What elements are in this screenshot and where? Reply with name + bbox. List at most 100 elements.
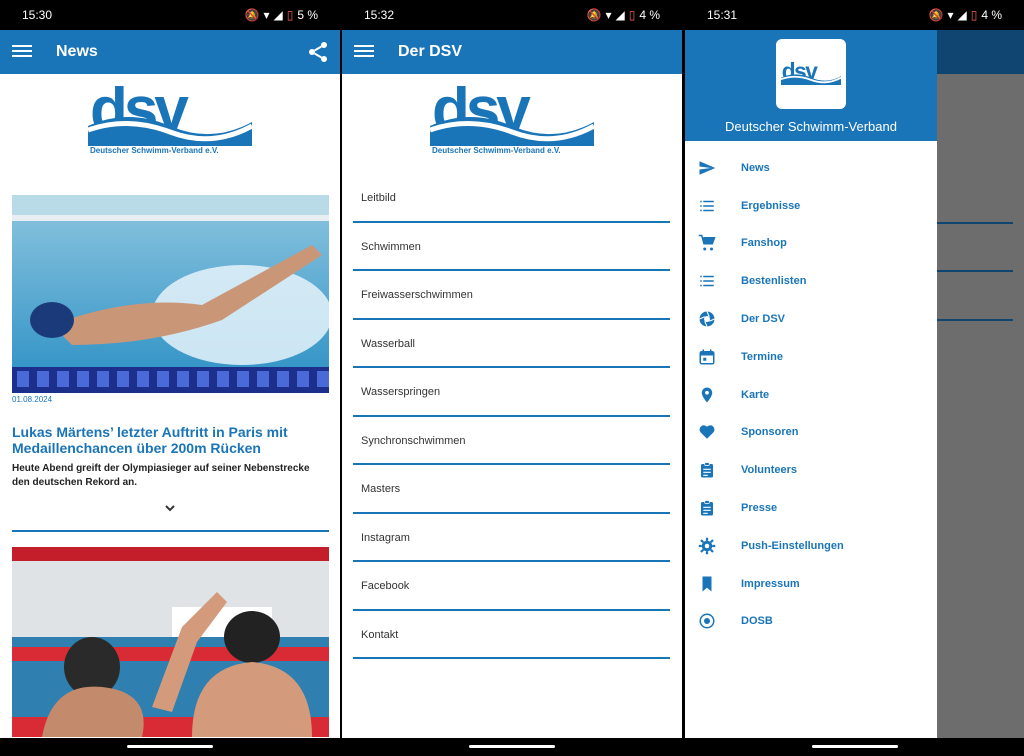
share-icon[interactable] — [306, 40, 330, 64]
chevron-down-icon[interactable] — [163, 500, 177, 512]
drawer-screen: 15:31 🔕 ▾ ◢ ▯ 4 % dsv Deutscher Schwimm-… — [685, 0, 1024, 756]
shutter-icon — [697, 309, 717, 329]
gear-icon — [697, 536, 717, 556]
drawer-item-label: Der DSV — [741, 313, 786, 326]
drawer-header: dsv Deutscher Schwimm-Verband — [685, 30, 937, 141]
navigation-bar — [685, 738, 1024, 756]
list-item-leitbild[interactable]: Leitbild — [353, 174, 670, 223]
mute-icon: 🔕 — [244, 8, 260, 22]
drawer-item-sponsoren[interactable]: Sponsoren — [685, 414, 937, 452]
battery-icon: ▯ — [286, 8, 294, 22]
section-list: Leitbild Schwimmen Freiwasserschwimmen W… — [353, 174, 670, 659]
heart-icon — [697, 422, 717, 442]
drawer-item-der-dsv[interactable]: Der DSV — [685, 300, 937, 338]
drawer-item-label: Sponsoren — [741, 426, 799, 439]
drawer-item-label: Fanshop — [741, 237, 787, 250]
mute-icon: 🔕 — [928, 8, 944, 22]
drawer-item-volunteers[interactable]: Volunteers — [685, 451, 937, 489]
list-item-wasserspringen[interactable]: Wasserspringen — [353, 368, 670, 417]
list-icon — [697, 271, 717, 291]
hamburger-menu-icon[interactable] — [12, 42, 32, 62]
drawer-item-push-einstellungen[interactable]: Push-Einstellungen — [685, 527, 937, 565]
signal-icon: ◢ — [273, 8, 283, 22]
list-item-kontakt[interactable]: Kontakt — [353, 611, 670, 659]
list-item-masters[interactable]: Masters — [353, 465, 670, 514]
list-item-schwimmen[interactable]: Schwimmen — [353, 223, 670, 271]
scrim-divider — [937, 270, 1013, 272]
mute-icon: 🔕 — [586, 8, 602, 22]
about-screen: 15:32 🔕 ▾ ◢ ▯ 4 % Der DSV dsv Deutscher … — [342, 0, 682, 756]
drawer-item-news[interactable]: News — [685, 149, 937, 187]
list-item-instagram[interactable]: Instagram — [353, 514, 670, 562]
wifi-icon: ▾ — [947, 8, 954, 22]
scrim-divider — [937, 319, 1013, 321]
map-pin-icon — [697, 385, 717, 405]
page-title: Der DSV — [398, 43, 463, 60]
drawer-item-label: Bestenlisten — [741, 275, 807, 288]
list-item-synchronschwimmen[interactable]: Synchronschwimmen — [353, 417, 670, 465]
drawer-item-termine[interactable]: Termine — [685, 338, 937, 376]
cart-icon — [697, 233, 717, 253]
wifi-icon: ▾ — [263, 8, 270, 22]
drawer-item-label: Ergebnisse — [741, 199, 801, 212]
app-bar: Der DSV — [342, 30, 682, 74]
drawer-item-fanshop[interactable]: Fanshop — [685, 225, 937, 263]
logo-tagline: Deutscher Schwimm-Verband e.V. — [90, 146, 219, 155]
drawer-title: Deutscher Schwimm-Verband — [725, 119, 897, 134]
battery-icon: ▯ — [628, 8, 636, 22]
drawer-item-impressum[interactable]: Impressum — [685, 565, 937, 603]
drawer-item-label: Karte — [741, 388, 770, 401]
status-bar: 15:32 🔕 ▾ ◢ ▯ 4 % — [342, 0, 682, 30]
battery-level: 5 % — [297, 8, 318, 22]
wifi-icon: ▾ — [605, 8, 612, 22]
dsv-logo: dsv Deutscher Schwimm-Verband e.V. — [430, 86, 594, 162]
drawer-item-presse[interactable]: Presse — [685, 489, 937, 527]
drawer-item-dosb[interactable]: DOSB — [685, 603, 937, 641]
drawer-item-label: Termine — [741, 350, 783, 363]
drawer-item-label: Impressum — [741, 577, 800, 590]
drawer-item-label: News — [741, 161, 770, 174]
home-handle[interactable] — [469, 745, 555, 748]
list-item-wasserball[interactable]: Wasserball — [353, 320, 670, 368]
article-image[interactable] — [12, 547, 329, 737]
status-time: 15:32 — [364, 8, 395, 22]
article-date: 01.08.2024 — [12, 395, 53, 404]
clipboard-icon — [697, 498, 717, 518]
radio-icon — [697, 611, 717, 631]
page-title: News — [56, 43, 98, 60]
battery-icon: ▯ — [970, 8, 978, 22]
list-item-freiwasserschwimmen[interactable]: Freiwasserschwimmen — [353, 271, 670, 320]
hamburger-menu-icon[interactable] — [354, 42, 374, 62]
battery-level: 4 % — [981, 8, 1002, 22]
app-bar: News — [0, 30, 340, 74]
dsv-logo: dsv Deutscher Schwimm-Verband e.V. — [88, 86, 252, 162]
calendar-icon — [697, 347, 717, 367]
drawer-item-label: DOSB — [741, 615, 773, 628]
list-item-facebook[interactable]: Facebook — [353, 562, 670, 611]
send-icon — [697, 158, 717, 178]
drawer-item-bestenlisten[interactable]: Bestenlisten — [685, 262, 937, 300]
scrim-divider — [937, 222, 1013, 224]
status-time: 15:31 — [707, 8, 738, 22]
article-title[interactable]: Lukas Märtens’ letzter Auftritt in Paris… — [12, 424, 312, 456]
battery-level: 4 % — [639, 8, 660, 22]
home-handle[interactable] — [127, 745, 213, 748]
drawer-item-ergebnisse[interactable]: Ergebnisse — [685, 187, 937, 225]
drawer-item-karte[interactable]: Karte — [685, 376, 937, 414]
signal-icon: ◢ — [957, 8, 967, 22]
logo-tagline: Deutscher Schwimm-Verband e.V. — [432, 146, 561, 155]
article-image[interactable] — [12, 195, 329, 393]
home-handle[interactable] — [811, 745, 898, 748]
navigation-bar — [342, 738, 682, 756]
navigation-bar — [0, 738, 340, 756]
status-bar: 15:31 🔕 ▾ ◢ ▯ 4 % — [685, 0, 1024, 30]
drawer-item-label: Push-Einstellungen — [741, 539, 844, 552]
news-screen: 15:30 🔕 ▾ ◢ ▯ 5 % News dsv Deutscher Sch… — [0, 0, 340, 756]
drawer-item-label: Presse — [741, 502, 778, 515]
drawer-item-label: Volunteers — [741, 464, 798, 477]
clipboard-icon — [697, 460, 717, 480]
navigation-drawer: dsv Deutscher Schwimm-Verband News Ergeb… — [685, 30, 937, 738]
dsv-app-icon: dsv — [776, 39, 846, 109]
signal-icon: ◢ — [615, 8, 625, 22]
status-time: 15:30 — [22, 8, 53, 22]
